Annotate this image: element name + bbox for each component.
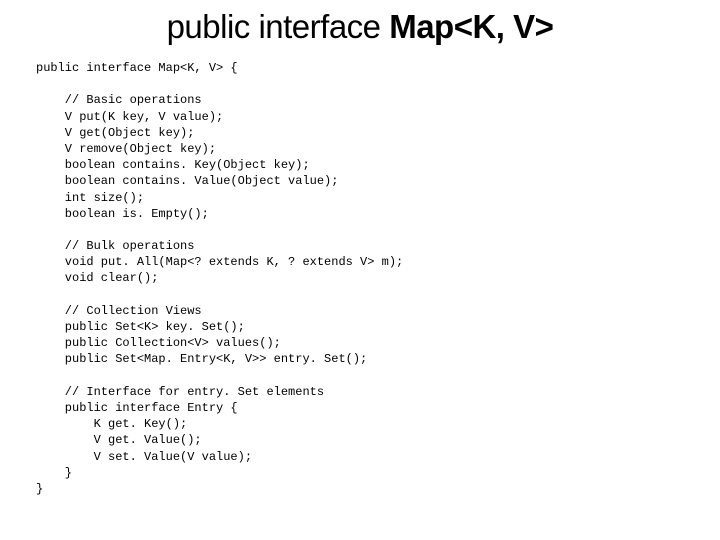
code-listing: public interface Map<K, V> { // Basic op… [0, 60, 720, 497]
title-bold: Map<K, V> [389, 8, 553, 45]
slide-title: public interface Map<K, V> [0, 8, 720, 46]
title-plain: public interface [167, 8, 390, 45]
